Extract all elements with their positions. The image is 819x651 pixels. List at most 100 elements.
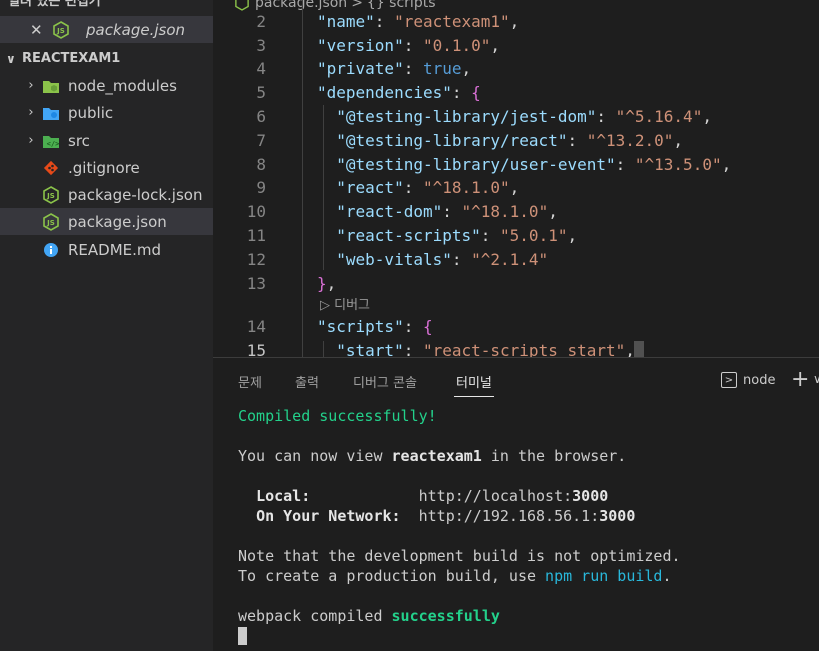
tree-item-src[interactable]: › </> src [0, 127, 213, 154]
terminal-icon: > [721, 372, 737, 388]
tab-terminal[interactable]: 터미널 [454, 372, 494, 397]
tree-item-package-json[interactable]: JS package.json [0, 208, 213, 235]
line-number: 4 [256, 59, 266, 78]
info-icon [42, 241, 60, 259]
line-number: 7 [256, 131, 266, 150]
json-key: "web-vitals" [336, 250, 452, 269]
json-value: "^5.16.4" [615, 107, 703, 126]
open-editor-label: package.json [86, 20, 186, 39]
json-brace: } [317, 274, 327, 293]
terminal-line: Note that the development build is not o… [238, 547, 681, 565]
tree-item-public[interactable]: › public [0, 99, 213, 126]
add-terminal-button[interactable]: + [791, 367, 809, 392]
project-name: REACTEXAM1 [22, 51, 121, 66]
bottom-panel: 문제 출력 디버그 콘솔 터미널 > node + ∨ Compiled suc… [213, 357, 819, 651]
chevron-down-icon: ∨ [6, 51, 16, 66]
folder-src-icon: </> [42, 132, 60, 150]
svg-text:</>: </> [47, 140, 60, 148]
code-line[interactable]: "react-scripts": "5.0.1", [317, 226, 577, 245]
code-line[interactable]: "@testing-library/user-event": "^13.5.0"… [317, 155, 731, 174]
code-line[interactable]: "start": "react-scripts start", [317, 341, 635, 357]
network-label: On Your Network: [256, 507, 401, 525]
nodejs-icon: JS [42, 185, 60, 204]
json-key: "name" [317, 12, 375, 31]
line-number: 8 [256, 155, 266, 174]
debug-codelens[interactable]: ▷ 디버그 [320, 294, 370, 313]
folder-public-icon [42, 104, 60, 122]
code-line[interactable]: "@testing-library/react": "^13.2.0", [317, 131, 683, 150]
code-editor[interactable]: package.json > {} scripts 2 "name": "rea… [213, 0, 819, 357]
open-editor-item[interactable]: ✕ JS package.json [0, 16, 213, 43]
code-line[interactable]: "web-vitals": "^2.1.4" [317, 250, 548, 269]
line-number: 11 [246, 226, 266, 245]
open-editors-title: 열려 있는 편집기 [8, 0, 101, 9]
json-value: "^2.1.4" [471, 250, 549, 269]
json-value: true [422, 59, 462, 78]
network-url[interactable]: http://192.168.56.1:3000 [419, 507, 636, 525]
code-line[interactable]: "react": "^18.1.0", [317, 178, 519, 197]
tree-item-gitignore[interactable]: .gitignore [0, 154, 213, 181]
project-header[interactable]: ∨ REACTEXAM1 [0, 45, 213, 72]
json-key: "dependencies" [317, 83, 452, 102]
code-line[interactable]: "react-dom": "^18.1.0", [317, 202, 558, 221]
code-line[interactable]: "private": true, [317, 59, 471, 78]
tree-item-node-modules[interactable]: › node_modules [0, 72, 213, 99]
line-number: 9 [256, 178, 266, 197]
tree-item-label: src [68, 131, 90, 150]
json-brace: { [471, 83, 481, 102]
terminal-line: webpack compiled successfully [238, 607, 500, 625]
folder-node-icon [42, 77, 60, 95]
tree-item-label: public [68, 103, 114, 122]
nodejs-icon [233, 0, 251, 12]
code-line[interactable]: }, [317, 274, 336, 293]
indent-guide [302, 0, 303, 357]
tree-item-readme[interactable]: README.md [0, 236, 213, 263]
tree-item-label: node_modules [68, 76, 177, 95]
local-url[interactable]: http://localhost:3000 [419, 487, 609, 505]
terminal-select[interactable]: > node [721, 372, 775, 388]
line-number: 2 [256, 12, 266, 31]
chevron-down-icon[interactable]: ∨ [813, 372, 819, 386]
code-line[interactable]: "@testing-library/jest-dom": "^5.16.4", [317, 107, 712, 126]
terminal-output[interactable]: Compiled successfully! You can now view … [238, 406, 681, 646]
json-value: "5.0.1" [500, 226, 568, 245]
code-line[interactable]: "dependencies": { [317, 83, 481, 102]
tab-problems[interactable]: 문제 [238, 372, 262, 391]
json-key: "react-scripts" [336, 226, 481, 245]
nodejs-icon: JS [42, 212, 60, 231]
nodejs-icon: JS [52, 20, 70, 39]
json-key: "version" [317, 36, 404, 55]
line-number: 14 [246, 317, 266, 336]
close-icon[interactable]: ✕ [30, 21, 48, 39]
line-number: 15 [246, 341, 266, 357]
editor-cursor [634, 341, 644, 357]
svg-text:JS: JS [56, 27, 65, 35]
terminal-name: node [743, 372, 776, 388]
panel-tabs: 문제 출력 디버그 콘솔 터미널 > node + ∨ [213, 358, 819, 406]
open-editors-header[interactable]: 열려 있는 편집기 [0, 0, 213, 10]
chevron-right-icon: › [28, 105, 34, 120]
breadcrumb-symbol[interactable]: {} scripts [367, 0, 436, 11]
code-line[interactable]: "name": "reactexam1", [317, 12, 519, 31]
json-value: "0.1.0" [422, 36, 491, 55]
line-number: 12 [246, 250, 266, 269]
line-number: 13 [246, 274, 266, 293]
svg-text:JS: JS [46, 192, 55, 200]
tab-debug-console[interactable]: 디버그 콘솔 [353, 372, 417, 391]
local-label: Local: [256, 487, 311, 505]
tab-output[interactable]: 출력 [295, 372, 319, 391]
line-number: 10 [246, 202, 266, 221]
tree-item-package-lock[interactable]: JS package-lock.json [0, 181, 213, 208]
json-key: "@testing-library/react" [336, 131, 568, 150]
chevron-right-icon: › [28, 78, 34, 93]
json-value: "^13.5.0" [634, 155, 722, 174]
json-value: "reactexam1" [394, 12, 510, 31]
json-key: "@testing-library/jest-dom" [336, 107, 597, 126]
json-key: "scripts" [317, 317, 404, 336]
breadcrumb-separator: > [351, 0, 363, 11]
code-line[interactable]: "scripts": { [317, 317, 433, 336]
code-line[interactable]: "version": "0.1.0", [317, 36, 500, 55]
line-number: 3 [256, 36, 266, 55]
terminal-line: You can now view reactexam1 in the brows… [238, 447, 627, 465]
json-key: "private" [317, 59, 404, 78]
